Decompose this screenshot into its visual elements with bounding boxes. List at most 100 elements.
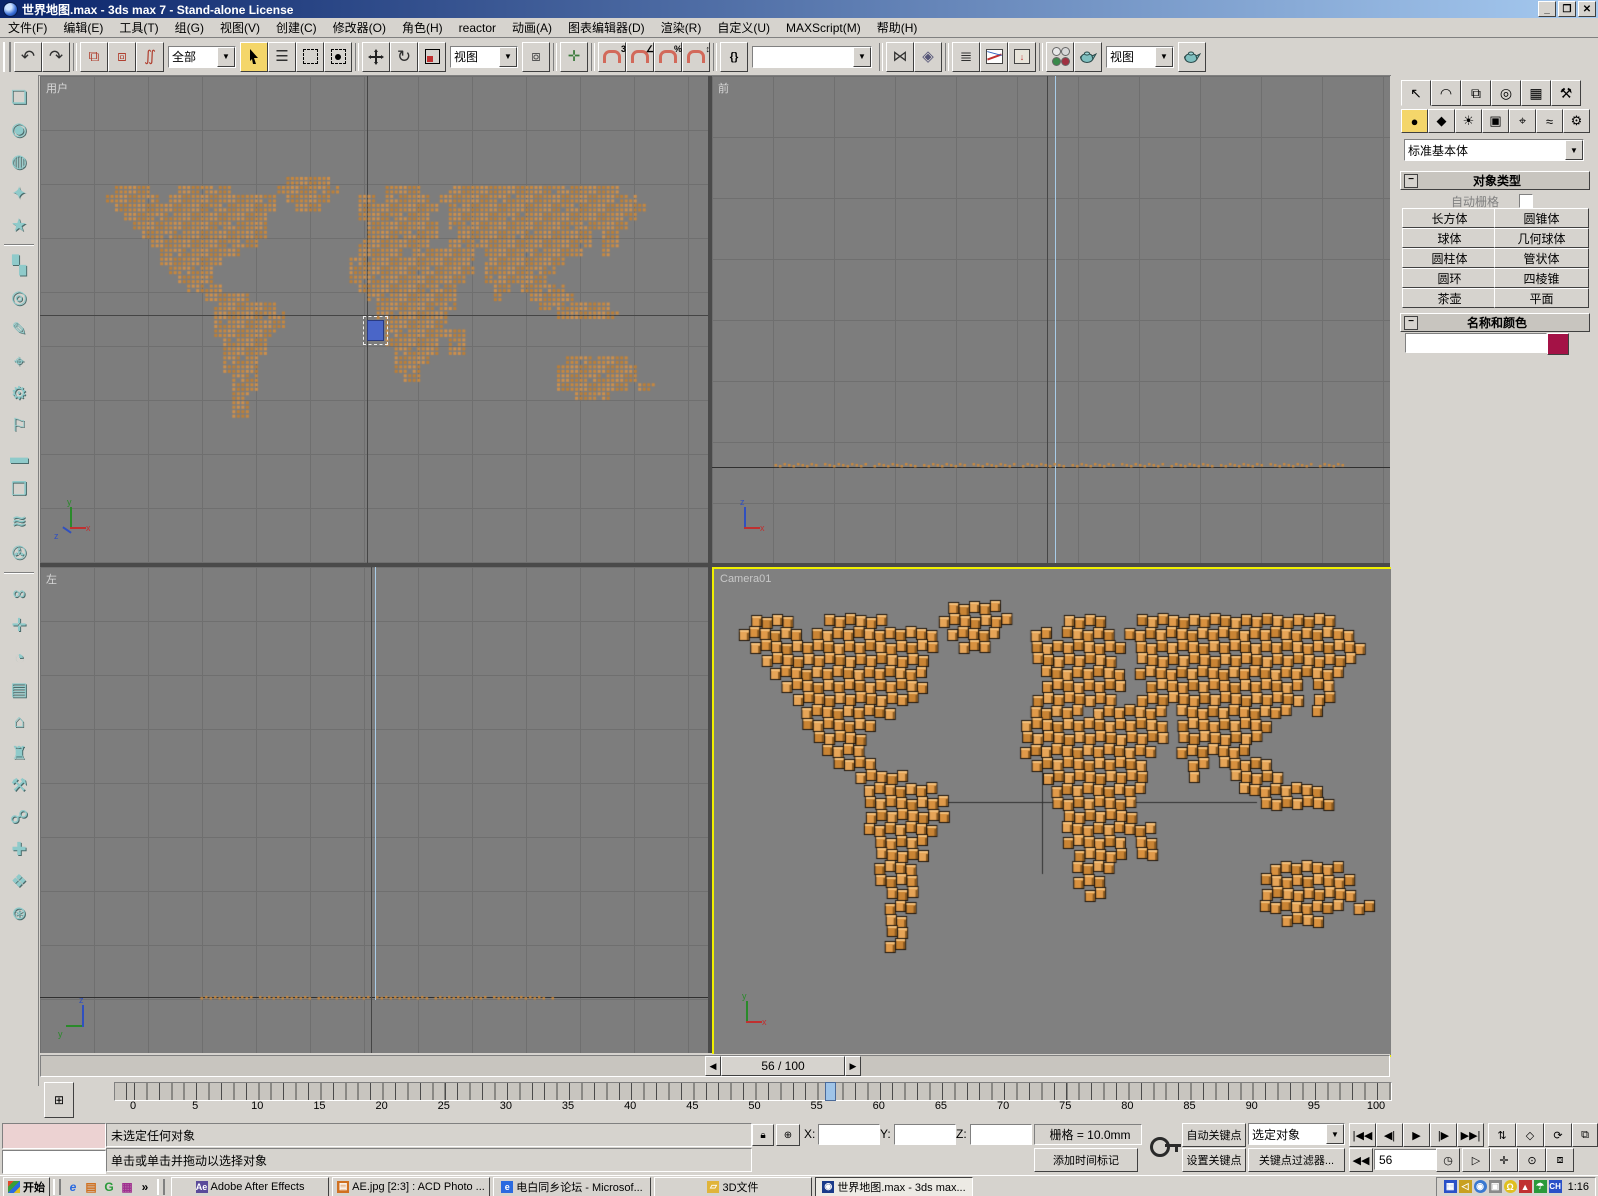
go-to-end-button[interactable]: ▶▶| [1457,1123,1484,1147]
helpers-icon[interactable]: ⌖ [1509,109,1536,133]
object-name-field[interactable] [1405,333,1547,353]
menu-视图V[interactable]: 视图(V) [212,17,268,38]
create-管状体-button[interactable]: 管状体 [1494,248,1589,268]
restore-button[interactable]: ❐ [1558,1,1576,17]
viewport-label[interactable]: Camera01 [720,573,771,585]
tab-create[interactable]: ↖ [1401,80,1431,106]
key-step-icon[interactable]: ◀◀ [1349,1148,1373,1172]
quicklaunch-grip[interactable] [53,1179,61,1195]
time-slider-track[interactable]: ◀ 56 / 100 ▶ [40,1055,1390,1077]
selected-object[interactable] [367,320,384,341]
prev-frame-button[interactable]: ◀| [1376,1123,1403,1147]
render-preset-dropdown[interactable]: 视图▼ [1106,46,1174,68]
add-time-tag-button[interactable]: 添加时间标记 [1034,1148,1138,1172]
bind-spacewarp-icon[interactable]: ∬ [136,42,164,72]
track-bar-ticks[interactable] [114,1082,1392,1101]
y-coord-field[interactable] [894,1124,956,1145]
zoom-all-icon[interactable]: ◇ [1516,1123,1544,1147]
create-几何球体-button[interactable]: 几何球体 [1494,228,1589,248]
create-茶壶-button[interactable]: 茶壶 [1402,288,1497,308]
car-icon[interactable]: ▬ [6,444,32,470]
knot-icon[interactable]: ∞ [6,580,32,606]
zoom-extents-all-icon[interactable]: ⧉ [1572,1123,1598,1147]
marker-icon[interactable]: ✎ [6,316,32,342]
task-ae[interactable]: AeAdobe After Effects [171,1177,329,1196]
select-by-name-button[interactable]: ☰ [268,42,296,72]
absolute-offset-icon[interactable]: ⊕ [776,1124,800,1146]
vane-icon[interactable]: ⚐ [6,412,32,438]
rollout-name-color[interactable]: −名称和颜色 [1400,313,1590,332]
tray-antivirus-icon[interactable]: ▲ [1519,1180,1532,1193]
align-button[interactable]: ◈ [914,42,942,72]
rect-selection-region-button[interactable] [296,42,324,72]
viewport-camera01[interactable]: Camera01 y x [712,567,1394,1057]
arc-rotate-icon[interactable]: ⊙ [1518,1148,1546,1172]
mirror-button[interactable]: ⋈ [886,42,914,72]
menu-渲染R[interactable]: 渲染(R) [653,17,710,38]
menu-动画A[interactable]: 动画(A) [504,17,560,38]
key-filters-button[interactable]: 关键点过滤器... [1248,1148,1345,1172]
render-scene-button[interactable] [1074,42,1102,72]
select-manipulate-button[interactable]: ✛ [560,42,588,72]
zoom-icon[interactable]: ⇅ [1488,1123,1516,1147]
unlink-icon[interactable]: ⧈ [108,42,136,72]
task-acd[interactable]: ▤AE.jpg [2:3] : ACD Photo ... [332,1177,490,1196]
go-to-start-button[interactable]: |◀◀ [1349,1123,1376,1147]
min-max-toggle-icon[interactable]: ⧈ [1546,1148,1574,1172]
menu-创建C[interactable]: 创建(C) [268,17,325,38]
figure-icon[interactable]: ✛ [6,612,32,638]
menu-修改器O[interactable]: 修改器(O) [325,17,394,38]
menu-MAXScriptM[interactable]: MAXScript(M) [778,19,869,37]
redo-button[interactable]: ↷ [42,42,70,72]
menu-工具T[interactable]: 工具(T) [111,17,166,38]
tray-lock-icon[interactable]: Ω [1504,1180,1517,1193]
viewport-user[interactable]: 用户 y x z [40,76,708,563]
boxes-icon[interactable]: ❏ [6,84,32,110]
task-ie[interactable]: e电白同乡论坛 - Microsof... [493,1177,651,1196]
key-mode-dropdown[interactable]: 选定对象▼ [1248,1123,1345,1145]
rollout-object-type[interactable]: −对象类型 [1400,171,1590,190]
create-球体-button[interactable]: 球体 [1402,228,1497,248]
start-button[interactable]: 开始 [3,1177,50,1196]
menu-角色H[interactable]: 角色(H) [394,17,451,38]
create-长方体-button[interactable]: 长方体 [1402,208,1497,228]
spacewarps-icon[interactable]: ≈ [1536,109,1563,133]
book-icon[interactable]: ▤ [6,676,32,702]
viewport-label[interactable]: 用户 [46,80,68,96]
media-quicklaunch-icon[interactable]: ▦ [119,1179,135,1195]
tray-display-icon[interactable]: ▣ [1489,1180,1502,1193]
menu-图表编辑器D[interactable]: 图表编辑器(D) [560,17,653,38]
chevron-icon[interactable]: » [137,1179,153,1195]
time-config-icon[interactable]: ◷ [1436,1148,1460,1172]
ref-coord-dropdown[interactable]: 视图▼ [450,46,518,68]
object-color-swatch[interactable] [1547,333,1569,355]
select-object-button[interactable] [240,42,268,72]
zoom-extents-icon[interactable]: ⟳ [1544,1123,1572,1147]
tray-volume-icon[interactable]: ◁ [1459,1180,1472,1193]
cross-icon[interactable]: ✚ [6,836,32,862]
next-frame-arrow[interactable]: ▶ [845,1056,861,1076]
frame-marker[interactable] [825,1082,836,1101]
close-button[interactable]: ✕ [1578,1,1596,17]
task-max[interactable]: ◉世界地图.max - 3ds max... [815,1177,973,1196]
lens-icon[interactable]: ♜ [6,740,32,766]
next-frame-button[interactable]: |▶ [1430,1123,1457,1147]
undo-button[interactable]: ↶ [14,42,42,72]
create-四棱锥-button[interactable]: 四棱锥 [1494,268,1589,288]
autogrid-checkbox[interactable] [1519,194,1533,208]
menu-组G[interactable]: 组(G) [167,17,212,38]
maxscript-listener-box[interactable] [2,1150,106,1174]
magnifier-icon[interactable]: ⚒ [6,772,32,798]
layers-button[interactable]: ≣ [952,42,980,72]
reel-icon[interactable]: ✇ [6,540,32,566]
mail-quicklaunch-icon[interactable]: ▤ [83,1179,99,1195]
pan-arrow-icon[interactable]: ▷ [1462,1148,1490,1172]
tab-utilities[interactable]: ⚒ [1551,80,1581,106]
percent-snap-button[interactable]: % [654,42,682,72]
selection-lock-icon[interactable]: 🔒︎ [752,1124,774,1146]
macro-recorder-box[interactable] [2,1123,106,1149]
menu-帮助H[interactable]: 帮助(H) [869,17,926,38]
tool-icon[interactable]: ☍ [6,804,32,830]
select-link-icon[interactable]: ⧉ [80,42,108,72]
crate-icon[interactable]: ❒ [6,476,32,502]
